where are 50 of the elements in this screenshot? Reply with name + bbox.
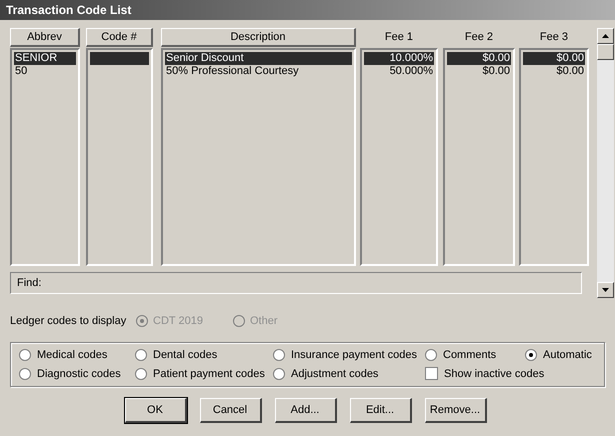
option-label: Insurance payment codes [291, 348, 417, 363]
column-header[interactable]: Description [161, 28, 356, 47]
option-label: Comments [443, 348, 496, 363]
radio-button[interactable] [425, 349, 437, 362]
radio-button[interactable] [525, 349, 537, 362]
option-label: Automatic [543, 348, 592, 363]
option-label: Medical codes [37, 348, 108, 363]
scroll-down-button[interactable] [597, 282, 614, 298]
column-header: Fee 2 [464, 30, 494, 46]
list-row[interactable]: Senior Discount [165, 52, 352, 65]
list-row[interactable]: 50.000% [364, 65, 434, 78]
radio-button[interactable] [273, 349, 285, 362]
list-row[interactable]: $0.00 [523, 52, 585, 65]
dialog-button[interactable]: Remove... [424, 398, 486, 423]
column-header: Fee 1 [384, 30, 414, 46]
scrollbar[interactable] [597, 28, 614, 298]
column-header[interactable]: Code # [86, 28, 153, 47]
checkbox[interactable] [425, 367, 438, 380]
scroll-thumb[interactable] [597, 44, 614, 60]
dialog-button[interactable]: Cancel [200, 398, 262, 423]
radio-button[interactable] [19, 368, 31, 380]
list-row[interactable]: $0.00 [447, 52, 511, 65]
radio-button[interactable] [19, 349, 31, 362]
list-row[interactable]: 50% Professional Courtesy [165, 65, 352, 78]
option-label: Diagnostic codes [37, 366, 121, 382]
dialog-button[interactable]: Edit... [350, 398, 412, 423]
radio-button[interactable] [135, 368, 147, 380]
list-row[interactable]: 50 [14, 65, 76, 78]
option-label: Adjustment codes [291, 366, 378, 382]
list-row[interactable]: SENIOR [14, 52, 76, 65]
column-header[interactable]: Abbrev [10, 28, 80, 47]
find-field[interactable]: Find: [10, 272, 582, 294]
list-row[interactable]: 10.000% [364, 52, 434, 65]
radio-button[interactable] [273, 368, 285, 380]
radio-label: CDT 2019 [153, 314, 203, 329]
down-arrow-icon [602, 288, 609, 292]
option-label: Show inactive codes [444, 366, 544, 382]
list-row[interactable]: $0.00 [523, 65, 585, 78]
ledger-label: Ledger codes to display [10, 314, 128, 329]
window-title: Transaction Code List [6, 2, 132, 19]
up-arrow-icon [602, 34, 609, 38]
option-label: Patient payment codes [153, 366, 265, 382]
column-header: Fee 3 [540, 30, 568, 46]
scroll-up-button[interactable] [597, 28, 614, 44]
list-row[interactable]: $0.00 [447, 65, 511, 78]
radio-label: Other [250, 314, 278, 329]
dialog-button[interactable]: Add... [274, 398, 336, 423]
radio-button[interactable] [135, 349, 147, 362]
option-label: Dental codes [153, 348, 218, 363]
dialog-button[interactable]: OK [124, 398, 186, 423]
